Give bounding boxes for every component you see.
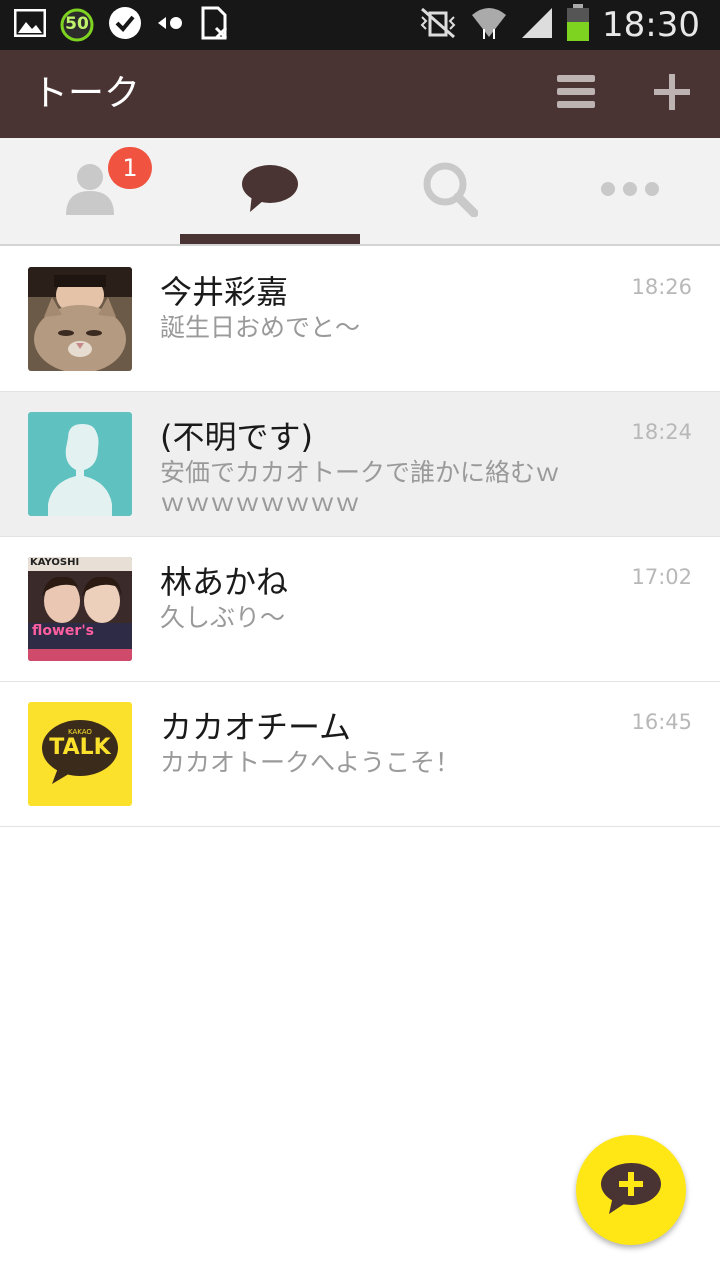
- status-bar: 50 18:30: [0, 0, 720, 50]
- signal-icon: [520, 6, 554, 44]
- tab-bar: 1: [0, 138, 720, 246]
- new-chat-icon: [599, 1160, 663, 1220]
- battery-icon: [566, 4, 590, 46]
- chat-name: (不明です): [160, 418, 313, 456]
- data-saver-icon: 50: [60, 8, 94, 42]
- photo-caption: KAYOSHI: [30, 557, 80, 568]
- gallery-icon: [13, 8, 47, 41]
- photo-avatar: KAYOSHI flower's: [28, 557, 132, 661]
- chat-row[interactable]: (不明です) 安価でカカオトークで誰かに絡むｗｗｗｗｗｗｗｗｗ 18:24: [0, 392, 720, 537]
- tab-more[interactable]: [540, 138, 720, 244]
- chat-row[interactable]: KAKAO TALK カカオチーム カカオトークへようこそ！ 16:45: [0, 682, 720, 827]
- nfc-icon: [156, 13, 186, 37]
- chat-name: カカオチーム: [160, 708, 352, 746]
- chat-row[interactable]: 今井彩嘉 誕生日おめでと〜 18:26: [0, 247, 720, 392]
- more-icon: [600, 181, 660, 201]
- photo-caption: flower's: [32, 623, 94, 639]
- tab-chats[interactable]: [180, 138, 360, 244]
- app-bar: トーク: [0, 50, 720, 138]
- no-sim-icon: [200, 6, 230, 44]
- chat-name: 今井彩嘉: [160, 273, 289, 311]
- chat-list: 今井彩嘉 誕生日おめでと〜 18:26 (不明です) 安価でカカオトークで誰かに…: [0, 247, 720, 827]
- logo-text: TALK: [49, 735, 111, 760]
- chat-name: 林あかね: [160, 563, 289, 601]
- chat-time: 18:24: [631, 420, 692, 444]
- status-time: 18:30: [602, 5, 700, 45]
- chat-time: 16:45: [631, 710, 692, 734]
- search-icon: [422, 161, 479, 221]
- chat-bubble-icon: [240, 164, 300, 218]
- active-tab-indicator: [180, 234, 360, 244]
- menu-button[interactable]: [550, 68, 602, 120]
- chat-preview: 安価でカカオトークで誰かに絡むｗｗｗｗｗｗｗｗｗ: [160, 458, 561, 517]
- chat-time: 17:02: [631, 565, 692, 589]
- chat-preview: カカオトークへようこそ！: [160, 748, 461, 777]
- check-icon: [108, 6, 142, 44]
- add-button[interactable]: [646, 68, 698, 120]
- tab-friends[interactable]: 1: [0, 138, 180, 244]
- new-chat-button[interactable]: [576, 1135, 686, 1245]
- chat-preview: 誕生日おめでと〜: [160, 313, 361, 342]
- wifi-icon: [470, 5, 508, 45]
- chat-preview: 久しぶり〜: [160, 603, 286, 632]
- menu-icon: [557, 75, 595, 113]
- kakao-talk-logo: KAKAO TALK: [28, 702, 132, 806]
- notification-badge: 1: [108, 147, 152, 189]
- chat-row[interactable]: KAYOSHI flower's 林あかね 久しぶり〜 17:02: [0, 537, 720, 682]
- plus-icon: [654, 74, 690, 114]
- page-title: トーク: [32, 73, 141, 114]
- tab-search[interactable]: [360, 138, 540, 244]
- mute-vibrate-icon: [418, 7, 458, 43]
- chat-time: 18:26: [631, 275, 692, 299]
- photo-avatar: [28, 267, 132, 371]
- default-avatar: [28, 412, 132, 516]
